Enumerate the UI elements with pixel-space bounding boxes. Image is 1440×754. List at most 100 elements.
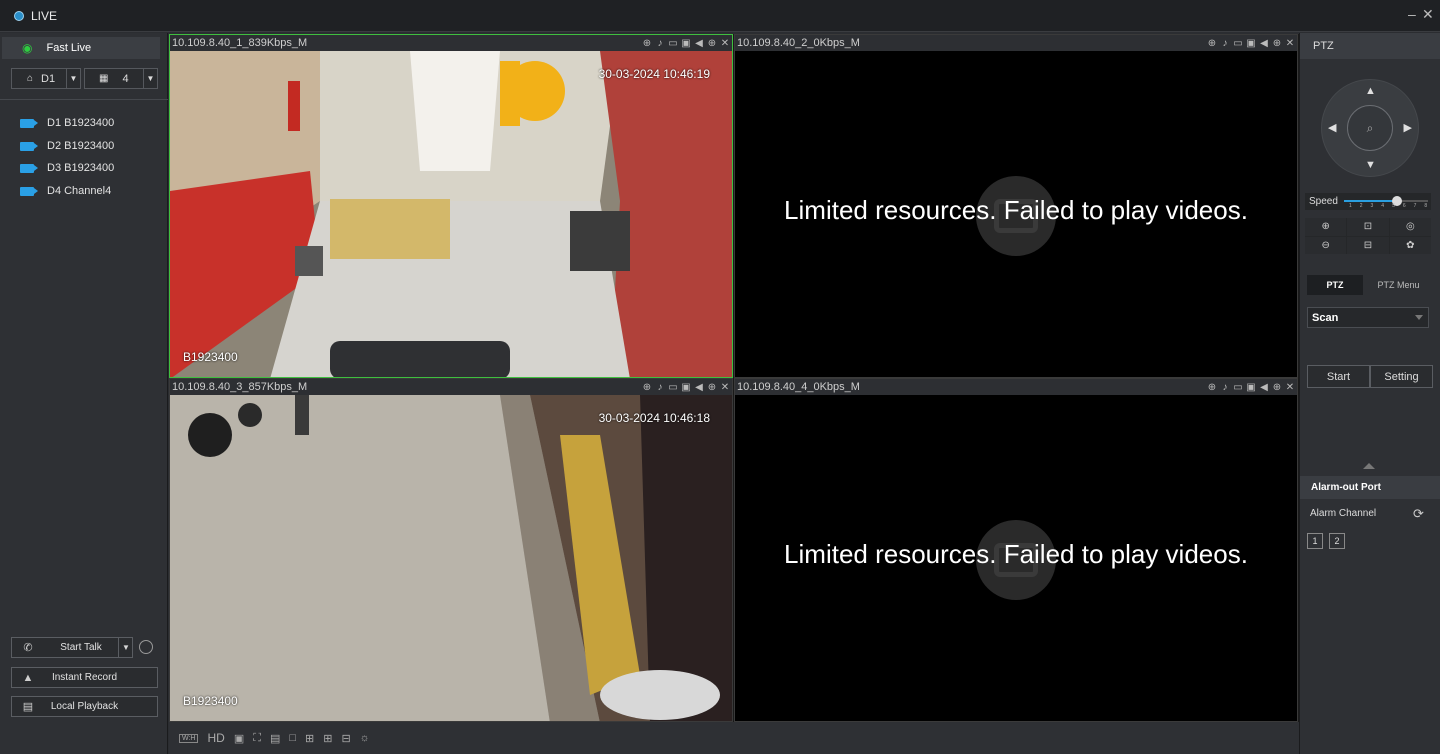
video-pane[interactable]: 10.109.8.40_4_0Kbps_M ⊕ ♪ ▭ ▣ ◀ ⊕ ✕ Limited re… [734, 378, 1298, 722]
right-arrow-icon[interactable]: ▶ [1404, 121, 1412, 134]
layout-4-icon[interactable]: ⊞ [305, 732, 314, 745]
stream-icon[interactable]: ▣ [234, 732, 244, 745]
zoom-in-icon[interactable]: ⊕ [1305, 218, 1347, 236]
left-arrow-icon[interactable]: ◀ [1328, 121, 1336, 134]
layout-1-icon[interactable]: □ [289, 732, 296, 744]
ptz-tabs: PTZ PTZ Menu [1307, 275, 1434, 295]
right-panel: PTZ ▲ ▼ ◀ ▶ ⌕ Speed 1 2 3 4 5 6 7 8 ⊕ ⊡ … [1299, 33, 1440, 754]
minimize-button[interactable]: – [1408, 6, 1416, 22]
title-bar: LIVE – ✕ [0, 0, 1440, 32]
start-button[interactable]: Start [1307, 365, 1370, 388]
close-icon[interactable]: ✕ [720, 382, 730, 393]
brightness-icon[interactable]: ☼ [360, 732, 370, 744]
video-pane[interactable]: 10.109.8.40_2_0Kbps_M ⊕ ♪ ▭ ▣ ◀ ⊕ ✕ Limited re… [734, 34, 1298, 378]
video-pane[interactable]: 10.109.8.40_3_857Kbps_M ⊕ ♪ ▭ ▣ ◀ ⊕ ✕ 30-03-20… [169, 378, 733, 722]
pane-header: 10.109.8.40_4_0Kbps_M ⊕ ♪ ▭ ▣ ◀ ⊕ ✕ [735, 379, 1297, 395]
snapshot-icon[interactable]: ▣ [681, 38, 691, 49]
zoom-icon[interactable]: ⊕ [707, 382, 717, 393]
phone-icon: ✆ [23, 642, 33, 654]
alarm-port-2[interactable]: 2 [1329, 533, 1345, 549]
local-playback-button[interactable]: ▤ Local Playback [11, 696, 158, 717]
channel-label: D1 B1923400 [47, 117, 115, 129]
collapse-arrow-icon[interactable] [1363, 463, 1375, 469]
pane-title: 10.109.8.40_4_0Kbps_M [737, 381, 860, 393]
channel-item[interactable]: D2 B1923400 [20, 140, 114, 152]
mic-icon[interactable]: ♪ [655, 38, 665, 49]
window-title: LIVE [31, 9, 58, 23]
focus-far-icon[interactable]: ⊟ [1347, 236, 1389, 254]
mic-icon[interactable]: ♪ [1220, 38, 1230, 49]
ptz-icon[interactable]: ⊕ [1207, 382, 1217, 393]
record-icon[interactable]: ▭ [668, 38, 678, 49]
split-select[interactable]: ▦ 4 ▼ [84, 68, 158, 89]
start-talk-button[interactable]: ✆ Start Talk [11, 637, 133, 658]
snapshot-icon[interactable]: ▣ [1246, 38, 1256, 49]
ptz-icon[interactable]: ⊕ [642, 38, 652, 49]
audio-icon[interactable]: ◀ [1259, 382, 1269, 393]
record-icon[interactable]: ▭ [1233, 38, 1243, 49]
talk-dropdown[interactable]: ▼ [118, 638, 133, 657]
ptz-mode-select[interactable]: Scan [1307, 307, 1429, 328]
close-icon[interactable]: ✕ [720, 38, 730, 49]
iris-close-icon[interactable]: ✿ [1389, 236, 1431, 254]
layout-6-icon[interactable]: ⊞ [323, 732, 332, 745]
error-message: Limited resources. Failed to play videos… [784, 195, 1248, 225]
zoom-icon[interactable]: ⊕ [1272, 382, 1282, 393]
tab-ptz-menu[interactable]: PTZ Menu [1363, 275, 1434, 295]
snapshot-icon[interactable]: ▣ [681, 382, 691, 393]
audio-icon[interactable]: ◀ [694, 38, 704, 49]
setting-button[interactable]: Setting [1370, 365, 1433, 388]
video-pane[interactable]: 10.109.8.40_1_839Kbps_M ⊕ ♪ ▭ ▣ ◀ ⊕ ✕ 30… [169, 34, 733, 378]
speed-track[interactable] [1344, 196, 1428, 206]
hd-button[interactable]: HD [207, 731, 224, 745]
osd-label: B1923400 [183, 694, 238, 708]
alarm-header: Alarm-out Port [1300, 476, 1440, 499]
iris-open-icon[interactable]: ◎ [1389, 218, 1431, 236]
focus-near-icon[interactable]: ⊡ [1347, 218, 1389, 236]
audio-icon[interactable]: ◀ [694, 382, 704, 393]
mic-icon[interactable]: ♪ [655, 382, 665, 393]
up-arrow-icon[interactable]: ▲ [1365, 85, 1376, 97]
ptz-header: PTZ [1300, 33, 1440, 59]
pane-header: 10.109.8.40_2_0Kbps_M ⊕ ♪ ▭ ▣ ◀ ⊕ ✕ [735, 35, 1297, 51]
record-indicator[interactable] [139, 640, 153, 654]
record-icon[interactable]: ▭ [1233, 382, 1243, 393]
timestamp: 30-03-2024 10:46:19 [598, 67, 710, 81]
channel-item[interactable]: D3 B1923400 [20, 162, 114, 174]
fast-live-header[interactable]: ◉ Fast Live [2, 37, 160, 59]
ptz-icon[interactable]: ⊕ [642, 382, 652, 393]
refresh-icon[interactable]: ⟳ [1413, 506, 1424, 522]
close-icon[interactable]: ✕ [1285, 382, 1295, 393]
ptz-dpad[interactable]: ▲ ▼ ◀ ▶ ⌕ [1321, 79, 1419, 177]
record-icon[interactable]: ▭ [668, 382, 678, 393]
speed-ticks: 1 2 3 4 5 6 7 8 [1349, 203, 1431, 209]
chevron-down-icon[interactable]: ▼ [66, 69, 80, 88]
tab-ptz[interactable]: PTZ [1307, 275, 1363, 295]
device-select[interactable]: ⌂ D1 ▼ [11, 68, 81, 89]
zoom-icon[interactable]: ⊕ [1272, 38, 1282, 49]
audio-icon[interactable]: ◀ [1259, 38, 1269, 49]
snapshot-icon[interactable]: ▣ [1246, 382, 1256, 393]
instant-record-button[interactable]: ▲ Instant Record [11, 667, 158, 688]
layout-strip-icon[interactable]: ▤ [270, 732, 280, 745]
auto-focus-button[interactable]: ⌕ [1347, 105, 1393, 151]
mic-icon[interactable]: ♪ [1220, 382, 1230, 393]
chevron-down-icon[interactable]: ▼ [143, 69, 157, 88]
aspect-ratio-icon[interactable]: W:H [179, 733, 199, 743]
layout-8-icon[interactable]: ⊟ [341, 732, 350, 745]
fullscreen-icon[interactable]: ⛶ [253, 732, 261, 745]
alarm-port-1[interactable]: 1 [1307, 533, 1323, 549]
timestamp: 30-03-2024 10:46:18 [598, 411, 710, 425]
speed-slider[interactable]: Speed 1 2 3 4 5 6 7 8 [1305, 193, 1431, 210]
zoom-icon[interactable]: ⊕ [707, 38, 717, 49]
close-icon[interactable]: ✕ [1285, 38, 1295, 49]
channel-item[interactable]: D1 B1923400 [20, 117, 114, 129]
ptz-icon[interactable]: ⊕ [1207, 38, 1217, 49]
ptz-mode-value: Scan [1312, 311, 1339, 324]
speed-label: Speed [1309, 196, 1338, 207]
zoom-out-icon[interactable]: ⊖ [1305, 236, 1347, 254]
channel-item[interactable]: D4 Channel4 [20, 185, 111, 197]
grid-icon: ▦ [99, 73, 109, 84]
close-button[interactable]: ✕ [1422, 6, 1434, 23]
down-arrow-icon[interactable]: ▼ [1365, 159, 1376, 171]
